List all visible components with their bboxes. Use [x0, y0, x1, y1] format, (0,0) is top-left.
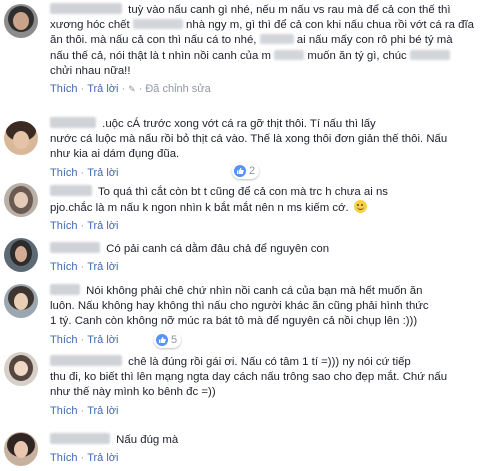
comment-text: chê là đúng rồi gái ơi. Nấu có tâm 1 tí … [50, 355, 448, 399]
reply-link[interactable]: Trả lời [87, 167, 118, 179]
commenter-name[interactable] [50, 355, 122, 366]
comment-actions: Thích · Trả lời [50, 166, 119, 179]
like-link[interactable]: Thích [50, 167, 78, 179]
commenter-name[interactable] [50, 185, 92, 196]
comment-text: tuỳ vào nấu canh gì nhé, nếu m nấu vs ra… [50, 3, 475, 77]
comment-actions: Thích · Trả lời [50, 220, 119, 233]
avatar[interactable] [4, 121, 38, 155]
thumbs-up-icon [234, 165, 246, 177]
like-link[interactable]: Thích [50, 334, 78, 346]
comment-actions: Thích · Trả lời · ✎ · Đã chỉnh sửa [50, 83, 211, 96]
like-link[interactable]: Thích [50, 261, 78, 273]
reply-link[interactable]: Trả lời [87, 83, 118, 95]
comment-actions: Thích · Trả lời [50, 261, 119, 274]
comment-actions: Thích · Trả lời [50, 333, 119, 346]
comment-actions: Thích · Trả lời [50, 452, 119, 465]
comment-text: Nấu đúg mà [50, 433, 490, 448]
edited-label[interactable]: Đã chỉnh sửa [145, 83, 210, 95]
like-link[interactable]: Thích [50, 83, 78, 95]
like-link[interactable]: Thích [50, 452, 78, 464]
pencil-icon: ✎ [128, 84, 136, 95]
commenter-name[interactable] [50, 117, 96, 128]
thumbs-up-icon [156, 334, 168, 346]
like-link[interactable]: Thích [50, 220, 78, 232]
reply-link[interactable]: Trả lời [87, 220, 118, 232]
avatar[interactable] [4, 238, 38, 272]
reply-link[interactable]: Trả lời [87, 261, 118, 273]
avatar[interactable] [4, 432, 38, 466]
comment-text: .uộc cÁ trước xong vớt cá ra gỡ thịt thô… [50, 117, 448, 161]
reaction-count[interactable]: 2 [232, 163, 260, 179]
reply-link[interactable]: Trả lời [87, 334, 118, 346]
avatar[interactable] [4, 183, 38, 217]
commenter-name[interactable] [50, 242, 100, 253]
reply-link[interactable]: Trả lời [87, 405, 118, 417]
comment-actions: Thích · Trả lời [50, 404, 119, 417]
avatar[interactable] [4, 352, 38, 386]
avatar[interactable] [4, 284, 38, 318]
commenter-name[interactable] [50, 433, 110, 444]
reply-link[interactable]: Trả lời [87, 452, 118, 464]
comment-text: To quá thì cắt còn bt t cũng để cả con m… [50, 185, 388, 215]
comment-text: Nói không phải chê chứ nhìn nồi canh cá … [50, 284, 429, 328]
commenter-name[interactable] [50, 3, 122, 14]
like-link[interactable]: Thích [50, 405, 78, 417]
comment-text: Có pải canh cá dằm đâu chả để nguyên con [50, 242, 490, 257]
avatar[interactable] [4, 4, 38, 38]
reaction-count[interactable]: 5 [154, 332, 182, 348]
commenter-name[interactable] [50, 284, 80, 295]
smile-emoji-icon [353, 200, 367, 214]
